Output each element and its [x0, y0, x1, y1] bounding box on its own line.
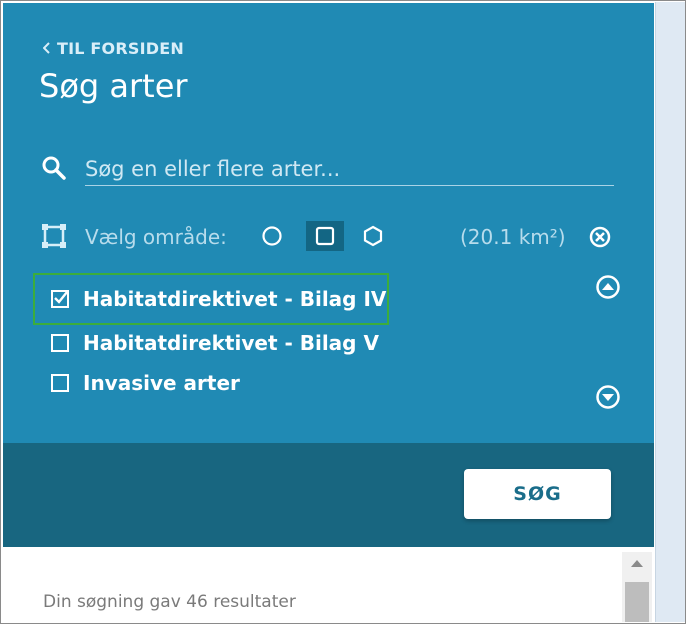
list-item-label: Invasive arter: [83, 371, 240, 395]
chevron-down-circle-icon: [596, 385, 620, 409]
checkbox-checked[interactable]: [51, 290, 69, 308]
clear-area-button[interactable]: [588, 225, 612, 249]
action-bar: SØG: [3, 443, 654, 547]
close-circle-icon: [589, 226, 611, 248]
chevron-left-icon: [42, 39, 51, 58]
back-link-label: TIL FORSIDEN: [57, 39, 184, 58]
area-label: Vælg område:: [85, 225, 227, 249]
page-background-strip: [655, 2, 685, 622]
circle-icon: [262, 226, 282, 246]
page-title: Søg arter: [39, 67, 188, 105]
area-selector: Vælg område: (20.1 km²): [41, 221, 621, 253]
area-size-value: (20.1 km²): [460, 225, 566, 249]
species-list-filter: Habitatdirektivet - Bilag IV Habitatdire…: [33, 273, 389, 403]
select-area-icon: [41, 223, 67, 253]
scroll-arrow-up-icon: [631, 560, 643, 567]
check-icon: [54, 291, 68, 304]
search-icon: [41, 155, 67, 181]
checkbox-unchecked[interactable]: [51, 374, 69, 392]
hexagon-shape-button[interactable]: [354, 221, 392, 251]
scrollbar-thumb[interactable]: [625, 582, 649, 622]
search-panel: TIL FORSIDEN Søg arter Vælg område:: [3, 3, 654, 443]
square-icon: [315, 226, 335, 246]
back-to-home-link[interactable]: TIL FORSIDEN: [42, 39, 184, 58]
results-scrollbar[interactable]: [622, 552, 652, 622]
scroll-down-button[interactable]: [595, 384, 621, 410]
search-button[interactable]: SØG: [464, 469, 611, 519]
results-summary: Din søgning gav 46 resultater: [43, 592, 296, 612]
chevron-up-circle-icon: [596, 275, 620, 299]
results-area: Din søgning gav 46 resultater: [3, 548, 654, 622]
checkbox-unchecked[interactable]: [51, 334, 69, 352]
square-shape-button[interactable]: [306, 221, 344, 251]
scroll-up-button[interactable]: [595, 274, 621, 300]
list-item-label: Habitatdirektivet - Bilag V: [83, 331, 379, 355]
circle-shape-button[interactable]: [253, 221, 291, 251]
list-item[interactable]: Invasive arter: [35, 363, 387, 403]
list-item[interactable]: Habitatdirektivet - Bilag IV: [33, 273, 389, 325]
species-search: [41, 153, 614, 193]
list-item[interactable]: Habitatdirektivet - Bilag V: [35, 323, 387, 363]
species-search-input[interactable]: [85, 153, 614, 186]
list-item-label: Habitatdirektivet - Bilag IV: [83, 287, 387, 311]
hexagon-icon: [363, 225, 383, 247]
